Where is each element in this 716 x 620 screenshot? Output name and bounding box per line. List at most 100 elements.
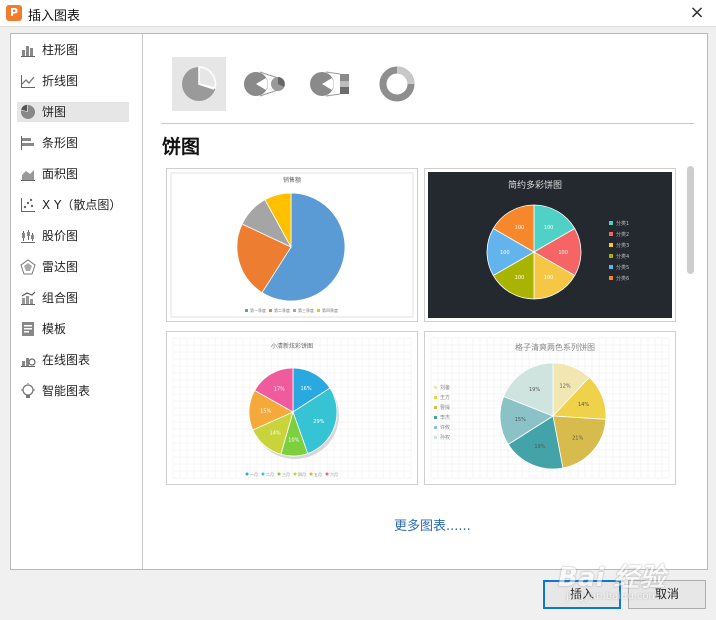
legend-label: 孙权 <box>440 434 450 441</box>
sidebar-item-radar[interactable]: 雷达图 <box>17 257 129 277</box>
legend-label: 刘备 <box>440 384 450 391</box>
sidebar-item-label: 股价图 <box>42 229 79 243</box>
data-label: 100 <box>544 225 554 231</box>
close-button[interactable]: × <box>686 2 708 24</box>
scatter-chart-icon <box>21 198 35 212</box>
template-thumb-grid-two-tone[interactable]: 格子清爽两色系列饼图 12% 14% 21% 19% 15% 19% 刘备 王方 曹操 李杰 许攸 孙权 <box>424 331 676 485</box>
sidebar-item-label: 模板 <box>42 322 67 336</box>
data-label: 10% <box>288 437 299 443</box>
template-thumb-fresh[interactable]: 小清新炫彩饼图 16% 29% 10% 14% 15% 17% 一月 二月 三月 四月 五月 六月 <box>166 331 418 485</box>
legend-swatch <box>434 406 437 409</box>
sidebar-item-label: 智能图表 <box>42 384 91 398</box>
sidebar-item-line[interactable]: 折线图 <box>17 71 129 91</box>
dialog-body: 柱形图 折线图 饼图 条形图 面积图 X Y（散点图） 股价图 雷达图 组合图 … <box>10 33 708 570</box>
template-preview-chart: 格子清爽两色系列饼图 12% 14% 21% 19% 15% 19% 刘备王方曹操李杰许攸孙权 <box>430 337 670 479</box>
app-logo-icon: P <box>6 5 22 21</box>
stock-chart-icon <box>21 230 35 243</box>
data-label: 100 <box>515 275 525 281</box>
sidebar-item-label: 在线图表 <box>42 353 91 367</box>
legend-label: 一月 <box>250 472 258 477</box>
legend-swatch <box>609 276 613 280</box>
pie-of-pie-subtype-icon <box>244 71 285 97</box>
legend-label: 二月 <box>266 472 274 477</box>
legend-swatch <box>434 396 437 399</box>
sidebar-item-combo[interactable]: 组合图 <box>17 288 129 308</box>
chart-gallery: 饼图 销售额 第一季度 第二季度 第三季度 第四季度 简约多彩饼图 100 100 100 10… <box>143 34 707 569</box>
section-title: 饼图 <box>162 136 201 158</box>
subtype-pie[interactable] <box>172 57 226 111</box>
legend-label: 分类4 <box>616 253 629 260</box>
subtype-doughnut[interactable] <box>370 57 424 111</box>
sidebar-item-stock[interactable]: 股价图 <box>17 226 129 246</box>
doughnut-subtype-icon <box>379 66 415 102</box>
title-bar: P 插入图表 × <box>0 0 716 27</box>
template-icon <box>22 322 34 336</box>
legend-swatch <box>434 426 437 429</box>
legend-swatch <box>245 472 249 476</box>
data-label: 100 <box>515 225 525 231</box>
legend-label: 四月 <box>298 472 306 477</box>
sidebar-item-label: 组合图 <box>42 291 79 305</box>
template-thumb-colorful[interactable]: 简约多彩饼图 100 100 100 100 100 100 分类1 分类2 分类3 分类4 分类5 分… <box>424 168 676 322</box>
data-label: 17% <box>274 386 285 392</box>
combo-chart-icon <box>21 291 36 305</box>
legend-label: 分类5 <box>616 264 629 271</box>
legend-swatch <box>309 472 313 476</box>
template-preview-chart: 简约多彩饼图 100 100 100 100 100 100 分类1 分类2 分类3 分类4 分类5 分… <box>428 172 672 318</box>
sidebar-item-pie[interactable]: 饼图 <box>17 102 129 122</box>
sidebar-item-scatter[interactable]: X Y（散点图） <box>17 195 129 215</box>
line-chart-icon <box>21 75 35 88</box>
pie-subtype-icon <box>182 66 217 101</box>
legend-swatch <box>609 243 613 247</box>
chart-title: 销售额 <box>283 176 301 184</box>
legend-label: 第一季度 <box>250 307 266 313</box>
pie-chart-icon <box>21 104 36 119</box>
legend-label: 王方 <box>440 394 450 401</box>
legend-label: 分类3 <box>616 242 629 249</box>
online-chart-icon <box>21 358 36 367</box>
sidebar-item-area[interactable]: 面积图 <box>17 164 129 184</box>
more-charts-link[interactable]: 更多图表...... <box>394 515 471 534</box>
legend-label: 第二季度 <box>274 307 290 313</box>
legend-swatch <box>609 254 613 258</box>
legend-label: 许攸 <box>440 424 450 431</box>
legend-label: 李杰 <box>440 414 450 421</box>
legend-label: 六月 <box>330 471 338 477</box>
legend-swatch <box>609 221 613 225</box>
chart-type-sidebar: 柱形图 折线图 饼图 条形图 面积图 X Y（散点图） 股价图 雷达图 组合图 … <box>11 34 143 569</box>
sidebar-item-label: 饼图 <box>42 105 67 119</box>
legend-swatch <box>317 309 320 312</box>
sidebar-item-column[interactable]: 柱形图 <box>17 40 129 60</box>
bar-chart-icon <box>21 136 34 150</box>
sidebar-item-template[interactable]: 模板 <box>17 319 129 339</box>
chart-title: 格子清爽两色系列饼图 <box>515 342 595 352</box>
legend-swatch <box>277 472 281 476</box>
chart-title: 小清新炫彩饼图 <box>271 342 313 350</box>
template-thumb-sales[interactable]: 销售额 第一季度 第二季度 第三季度 第四季度 <box>166 168 418 322</box>
sidebar-item-online[interactable]: 在线图表 <box>17 350 129 370</box>
sidebar-item-smart[interactable]: 智能图表 <box>17 381 129 401</box>
radar-chart-icon <box>20 259 36 275</box>
sidebar-item-bar[interactable]: 条形图 <box>17 133 129 153</box>
sidebar-item-label: 雷达图 <box>42 260 79 274</box>
legend-swatch <box>293 472 297 476</box>
subtype-pie-of-pie[interactable] <box>238 57 292 111</box>
bar-of-pie-subtype-icon <box>310 71 349 97</box>
legend-label: 曹操 <box>440 404 450 411</box>
template-preview-chart: 小清新炫彩饼图 16% 29% 10% 14% 15% 17% 一月 二月 三月 四月 五月 六月 <box>172 337 412 479</box>
data-label: 29% <box>313 419 324 425</box>
pie-subtype-toolbar <box>172 57 472 115</box>
legend-label: 分类1 <box>616 220 629 227</box>
data-label: 15% <box>515 417 526 423</box>
subtype-bar-of-pie[interactable] <box>304 57 358 111</box>
data-label: 15% <box>260 409 271 415</box>
data-label: 21% <box>572 436 583 442</box>
sidebar-item-label: 面积图 <box>42 167 79 181</box>
legend-label: 分类2 <box>616 231 629 238</box>
data-label: 19% <box>529 387 540 393</box>
column-chart-icon <box>21 46 35 57</box>
gallery-scrollbar[interactable] <box>687 166 694 274</box>
legend-swatch <box>434 416 437 419</box>
legend-swatch <box>325 472 329 476</box>
data-label: 100 <box>558 250 568 256</box>
